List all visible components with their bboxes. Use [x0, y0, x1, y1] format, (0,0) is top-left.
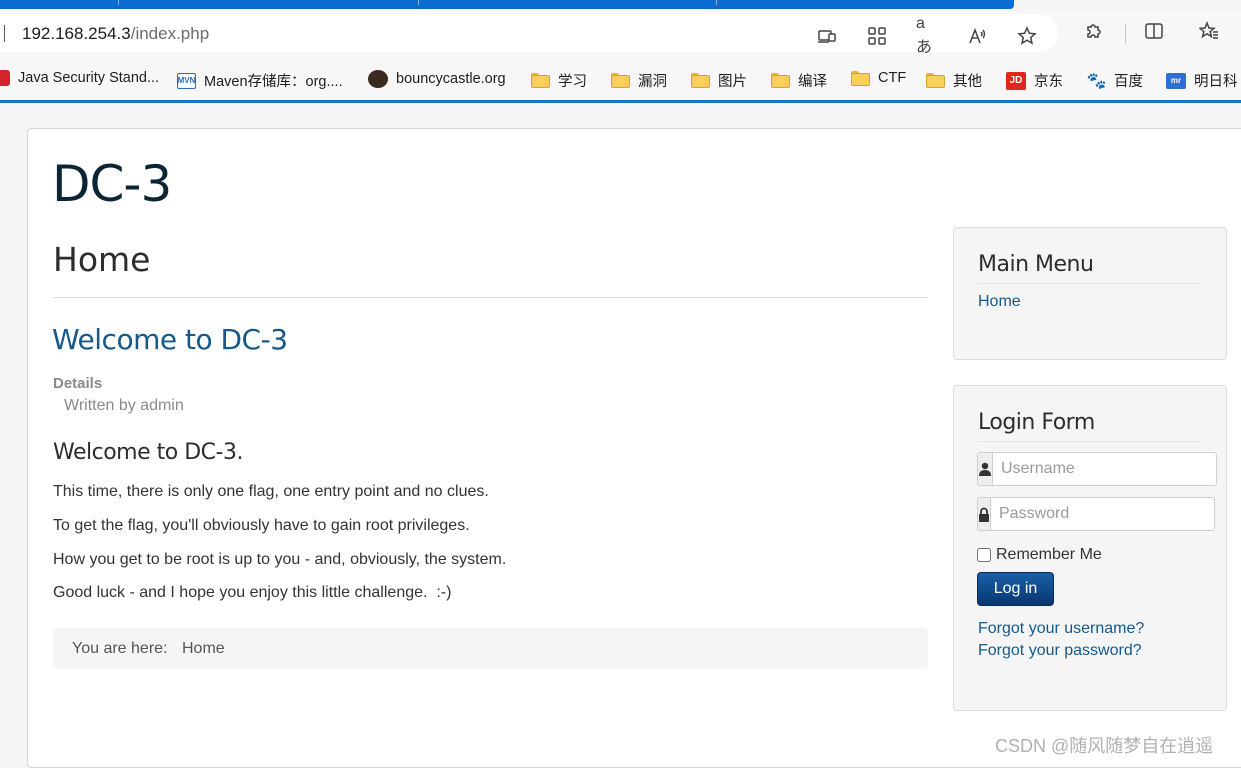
bookmark-label: 京东	[1034, 74, 1063, 90]
bookmark-label: 图片	[718, 74, 747, 90]
bookmark-label: 百度	[1114, 74, 1143, 90]
main-menu-module: Main Menu Home	[953, 227, 1227, 360]
folder-icon	[771, 73, 790, 88]
bookmark-java-security[interactable]: Java Security Stand...	[0, 70, 159, 86]
remember-me-checkbox[interactable]	[977, 548, 991, 562]
bookmark-folder-compile[interactable]: 编译	[771, 70, 827, 91]
folder-icon	[611, 73, 630, 88]
url-text[interactable]: 192.168.254.3/index.php	[22, 24, 209, 44]
article-paragraph: This time, there is only one flag, one e…	[53, 483, 489, 500]
bookmark-label: bouncycastle.org	[396, 71, 506, 87]
forgot-username-link[interactable]: Forgot your username?	[978, 620, 1144, 638]
bookmark-baidu[interactable]: 🐾 百度	[1087, 70, 1143, 91]
folder-icon	[691, 73, 710, 88]
qr-code-icon[interactable]	[866, 25, 888, 47]
favorite-star-icon[interactable]	[1016, 25, 1038, 47]
bookmark-jd[interactable]: JD 京东	[1006, 70, 1063, 91]
password-input[interactable]	[991, 497, 1215, 531]
module-divider	[978, 441, 1201, 442]
url-path: /index.php	[130, 24, 210, 43]
translate-icon[interactable]: aあ	[916, 15, 938, 56]
module-divider	[978, 283, 1201, 284]
extensions-icon[interactable]	[1083, 20, 1105, 42]
login-button[interactable]: Log in	[977, 572, 1054, 606]
tab-separator	[716, 0, 717, 5]
main-menu-title: Main Menu	[978, 252, 1094, 277]
bouncycastle-icon	[368, 70, 388, 88]
split-screen-icon[interactable]	[1143, 20, 1165, 42]
bookmark-label: CTF	[878, 70, 907, 86]
username-field-group	[977, 452, 1217, 486]
tab-separator	[118, 0, 119, 5]
bookmark-label: 编译	[798, 74, 827, 90]
login-form-module: Login Form Remember Me Log in Forgot you…	[953, 385, 1227, 711]
folder-icon	[531, 73, 550, 88]
remember-me-label: Remember Me	[996, 546, 1102, 563]
bookmark-bouncycastle[interactable]: bouncycastle.org	[368, 70, 506, 88]
lock-icon	[977, 497, 991, 531]
watermark: CSDN @随风随梦自在逍遥	[995, 736, 1214, 756]
mvn-icon: MVN	[177, 72, 196, 89]
password-field-group	[977, 497, 1215, 531]
toolbar-divider	[1125, 24, 1126, 44]
read-aloud-icon[interactable]	[966, 25, 988, 47]
bookmarks-bar: Java Security Stand... MVN Maven存储库：org..…	[0, 62, 1241, 103]
bookmark-folder-images[interactable]: 图片	[691, 70, 747, 91]
username-input[interactable]	[993, 452, 1217, 486]
bookmark-maven[interactable]: MVN Maven存储库：org....	[177, 70, 343, 91]
login-form-title: Login Form	[978, 410, 1095, 435]
article-paragraph: Good luck - and I hope you enjoy this li…	[53, 584, 452, 601]
folder-icon	[851, 70, 870, 86]
red-site-icon	[0, 70, 10, 86]
page-heading: Home	[53, 240, 151, 279]
url-host: 192.168.254.3	[22, 24, 131, 43]
article-paragraph: To get the flag, you'll obviously have t…	[53, 517, 470, 534]
bookmark-folder-vuln[interactable]: 漏洞	[611, 70, 667, 91]
bookmark-label: 漏洞	[638, 74, 667, 90]
remember-me[interactable]: Remember Me	[977, 546, 1102, 564]
heading-divider	[53, 297, 928, 298]
bookmark-mingri[interactable]: mr 明日科	[1166, 70, 1238, 91]
bookmark-label: 明日科	[1194, 74, 1238, 90]
baidu-icon: 🐾	[1086, 72, 1107, 90]
article-author: Written by admin	[64, 397, 184, 414]
bookmark-label: 学习	[558, 74, 587, 90]
site-title[interactable]: DC-3	[52, 155, 172, 213]
bookmark-folder-study[interactable]: 学习	[531, 70, 587, 91]
breadcrumb-item-home: Home	[182, 640, 225, 657]
bookmark-label: Maven存储库：org....	[204, 74, 343, 90]
jd-icon: JD	[1006, 71, 1026, 90]
menu-item-home[interactable]: Home	[978, 293, 1021, 311]
bookmark-label: Java Security Stand...	[18, 70, 160, 86]
folder-icon	[926, 73, 945, 88]
tab-strip	[0, 0, 1014, 9]
forgot-password-link[interactable]: Forgot your password?	[978, 642, 1142, 660]
app-available-icon[interactable]	[816, 25, 838, 47]
text-caret	[4, 25, 5, 42]
tab-separator	[418, 0, 419, 5]
mingri-icon: mr	[1166, 72, 1186, 89]
article-subheading: Welcome to DC-3.	[53, 440, 243, 465]
article-details-label: Details	[53, 375, 103, 392]
favorites-icon[interactable]	[1198, 20, 1220, 42]
breadcrumb-label: You are here:	[72, 640, 168, 657]
bookmark-folder-other[interactable]: 其他	[926, 70, 982, 91]
article-title[interactable]: Welcome to DC-3	[52, 323, 288, 356]
bookmark-label: 其他	[953, 74, 982, 90]
browser-toolbar: 192.168.254.3/index.php aあ	[0, 9, 1241, 62]
article-paragraph: How you get to be root is up to you - an…	[53, 551, 507, 568]
breadcrumb: You are here: Home	[53, 628, 928, 669]
address-bar[interactable]: 192.168.254.3/index.php aあ	[0, 14, 1058, 56]
user-icon	[977, 452, 993, 486]
bookmark-folder-ctf[interactable]: CTF	[851, 70, 906, 86]
